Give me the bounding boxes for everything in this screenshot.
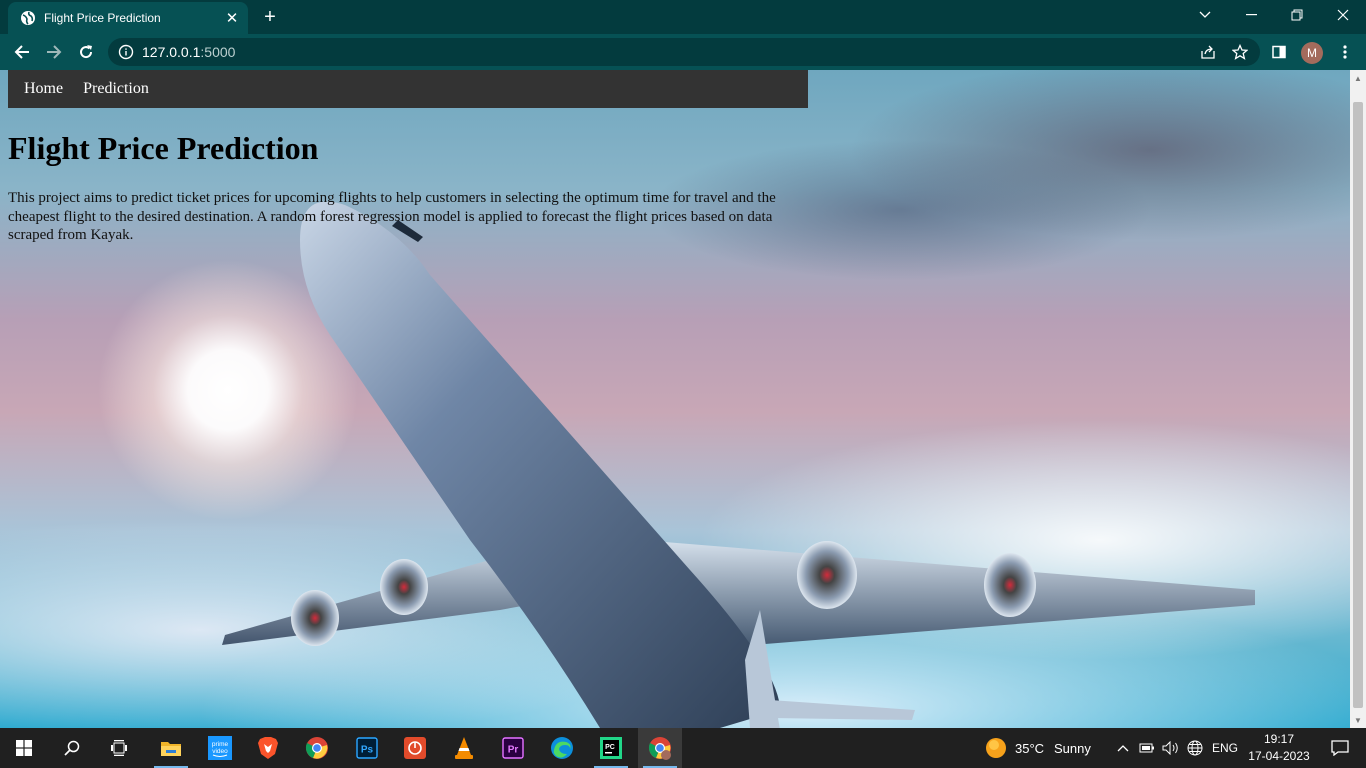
globe-icon: [21, 11, 35, 25]
side-panel-icon[interactable]: [1267, 40, 1291, 64]
prime-label: prime: [212, 741, 229, 748]
tab-search-icon[interactable]: [1182, 0, 1228, 30]
windows-taskbar: prime video Ps Pr PC 35°C Sunny ENG 19:1…: [0, 728, 1366, 768]
share-icon[interactable]: [1196, 40, 1220, 64]
pycharm-icon[interactable]: PC: [589, 728, 633, 768]
new-tab-icon[interactable]: +: [258, 6, 282, 28]
search-icon[interactable]: [50, 728, 94, 768]
scroll-down-arrow-icon[interactable]: ▼: [1350, 712, 1366, 728]
restore-icon[interactable]: [1274, 0, 1320, 30]
weather-description[interactable]: Sunny: [1054, 728, 1091, 768]
nav-prediction-link[interactable]: Prediction: [83, 80, 149, 98]
edge-browser-icon[interactable]: [540, 728, 584, 768]
profile-avatar[interactable]: M: [1301, 42, 1323, 64]
nav-home-link[interactable]: Home: [24, 80, 63, 98]
weather-sun-icon[interactable]: [974, 728, 1018, 768]
address-bar[interactable]: 127.0.0.1:5000: [108, 38, 1260, 66]
file-explorer-icon[interactable]: [149, 728, 193, 768]
brave-browser-icon[interactable]: [246, 728, 290, 768]
ps-label: Ps: [361, 745, 374, 756]
pc-label: PC: [605, 744, 615, 751]
volume-icon[interactable]: [1160, 728, 1182, 768]
taskbar-clock[interactable]: 19:17 17-04-2023: [1244, 731, 1314, 765]
browser-titlebar: Flight Price Prediction ✕ +: [0, 0, 1366, 34]
network-globe-icon[interactable]: [1184, 728, 1206, 768]
vlc-player-icon[interactable]: [442, 728, 486, 768]
active-tab[interactable]: Flight Price Prediction ✕: [8, 2, 248, 34]
windows-start-icon[interactable]: [2, 728, 46, 768]
prime-video-icon[interactable]: prime video: [198, 728, 242, 768]
site-navbar: Home Prediction: [8, 70, 808, 108]
menu-kebab-icon[interactable]: [1333, 40, 1357, 64]
weather-temperature[interactable]: 35°C: [1015, 728, 1044, 768]
scroll-up-arrow-icon[interactable]: ▲: [1350, 70, 1366, 86]
browser-toolbar: 127.0.0.1:5000: [0, 34, 1366, 70]
forward-arrow-icon[interactable]: [42, 40, 66, 64]
notification-icon[interactable]: [1318, 728, 1362, 768]
clock-time: 19:17: [1263, 732, 1295, 746]
clock-date: 17-04-2023: [1248, 749, 1310, 763]
premiere-pro-icon[interactable]: Pr: [491, 728, 535, 768]
chevron-up-icon[interactable]: [1112, 728, 1134, 768]
chrome-active-icon[interactable]: [638, 728, 682, 768]
scroll-thumb[interactable]: [1353, 102, 1363, 708]
power-app-icon[interactable]: [393, 728, 437, 768]
language-indicator[interactable]: ENG: [1212, 728, 1238, 768]
chrome-icon[interactable]: [295, 728, 339, 768]
tab-title: Flight Price Prediction: [44, 11, 161, 25]
page-scrollbar[interactable]: ▲ ▼: [1350, 70, 1366, 728]
url-host: 127.0.0.1: [142, 44, 201, 60]
task-view-icon[interactable]: [97, 728, 141, 768]
page-viewport: Home Prediction Flight Price Prediction …: [0, 70, 1350, 728]
photoshop-icon[interactable]: Ps: [345, 728, 389, 768]
url-port: :5000: [200, 44, 236, 60]
back-arrow-icon[interactable]: [10, 40, 34, 64]
video-label: video: [212, 748, 228, 755]
airplane-background-image: [222, 201, 1255, 728]
minimize-icon[interactable]: [1228, 0, 1274, 30]
page-title: Flight Price Prediction: [8, 130, 319, 166]
reload-icon[interactable]: [74, 40, 98, 64]
tab-close-icon[interactable]: ✕: [220, 9, 244, 27]
close-window-icon[interactable]: [1320, 0, 1366, 30]
bookmark-star-icon[interactable]: [1228, 40, 1252, 64]
pr-label: Pr: [508, 745, 519, 756]
battery-icon[interactable]: [1136, 728, 1158, 768]
site-info-icon[interactable]: [118, 44, 134, 60]
project-description: This project aims to predict ticket pric…: [8, 190, 776, 243]
